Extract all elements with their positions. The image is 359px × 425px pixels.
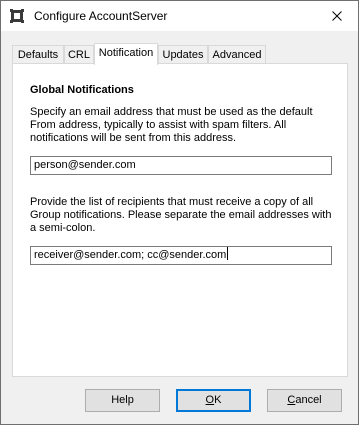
- close-button[interactable]: [327, 7, 347, 25]
- help-button[interactable]: Help: [85, 389, 160, 412]
- tab-updates[interactable]: Updates: [158, 45, 208, 63]
- description-line: Provide the list of recipients that must…: [30, 196, 314, 208]
- from-address-description: Specify an email address that must be us…: [30, 106, 340, 145]
- from-address-value: person@sender.com: [34, 159, 136, 171]
- title-bar[interactable]: Configure AccountServer: [1, 1, 358, 31]
- section-title: Global Notifications: [30, 84, 134, 96]
- cancel-button[interactable]: Cancel: [267, 389, 342, 412]
- text-caret: [227, 247, 229, 260]
- description-line: Group notifications. Please separate the…: [30, 209, 332, 221]
- app-gear-icon: [10, 9, 24, 23]
- from-address-input[interactable]: person@sender.com: [30, 156, 332, 175]
- description-line: Specify an email address that must be us…: [30, 106, 313, 118]
- ok-label: K: [214, 394, 222, 406]
- tab-notification[interactable]: Notification: [94, 43, 158, 65]
- description-line: a semi-colon.: [30, 222, 96, 234]
- recipients-input[interactable]: receiver@sender.com; cc@sender.com: [30, 246, 332, 265]
- close-icon: [332, 11, 342, 21]
- tab-defaults[interactable]: Defaults: [12, 45, 64, 63]
- tab-strip: Defaults CRL Notification Updates Advanc…: [12, 43, 348, 65]
- dialog-window: Configure AccountServer Defaults CRL Not…: [0, 0, 359, 425]
- tab-crl[interactable]: CRL: [64, 45, 94, 63]
- description-line: notifications will be sent from this add…: [30, 132, 237, 144]
- cancel-label: ancel: [295, 394, 322, 406]
- notification-panel: Global Notifications Specify an email ad…: [12, 63, 348, 377]
- description-line: From address, typically to assist with s…: [30, 119, 287, 131]
- window-title: Configure AccountServer: [34, 9, 168, 23]
- ok-mnemonic: O: [205, 394, 215, 406]
- dialog-footer: Help OK Cancel: [1, 380, 358, 424]
- tab-advanced[interactable]: Advanced: [208, 45, 266, 63]
- ok-button[interactable]: OK: [176, 389, 251, 412]
- recipients-value: receiver@sender.com; cc@sender.com: [34, 249, 227, 261]
- recipients-description: Provide the list of recipients that must…: [30, 196, 340, 235]
